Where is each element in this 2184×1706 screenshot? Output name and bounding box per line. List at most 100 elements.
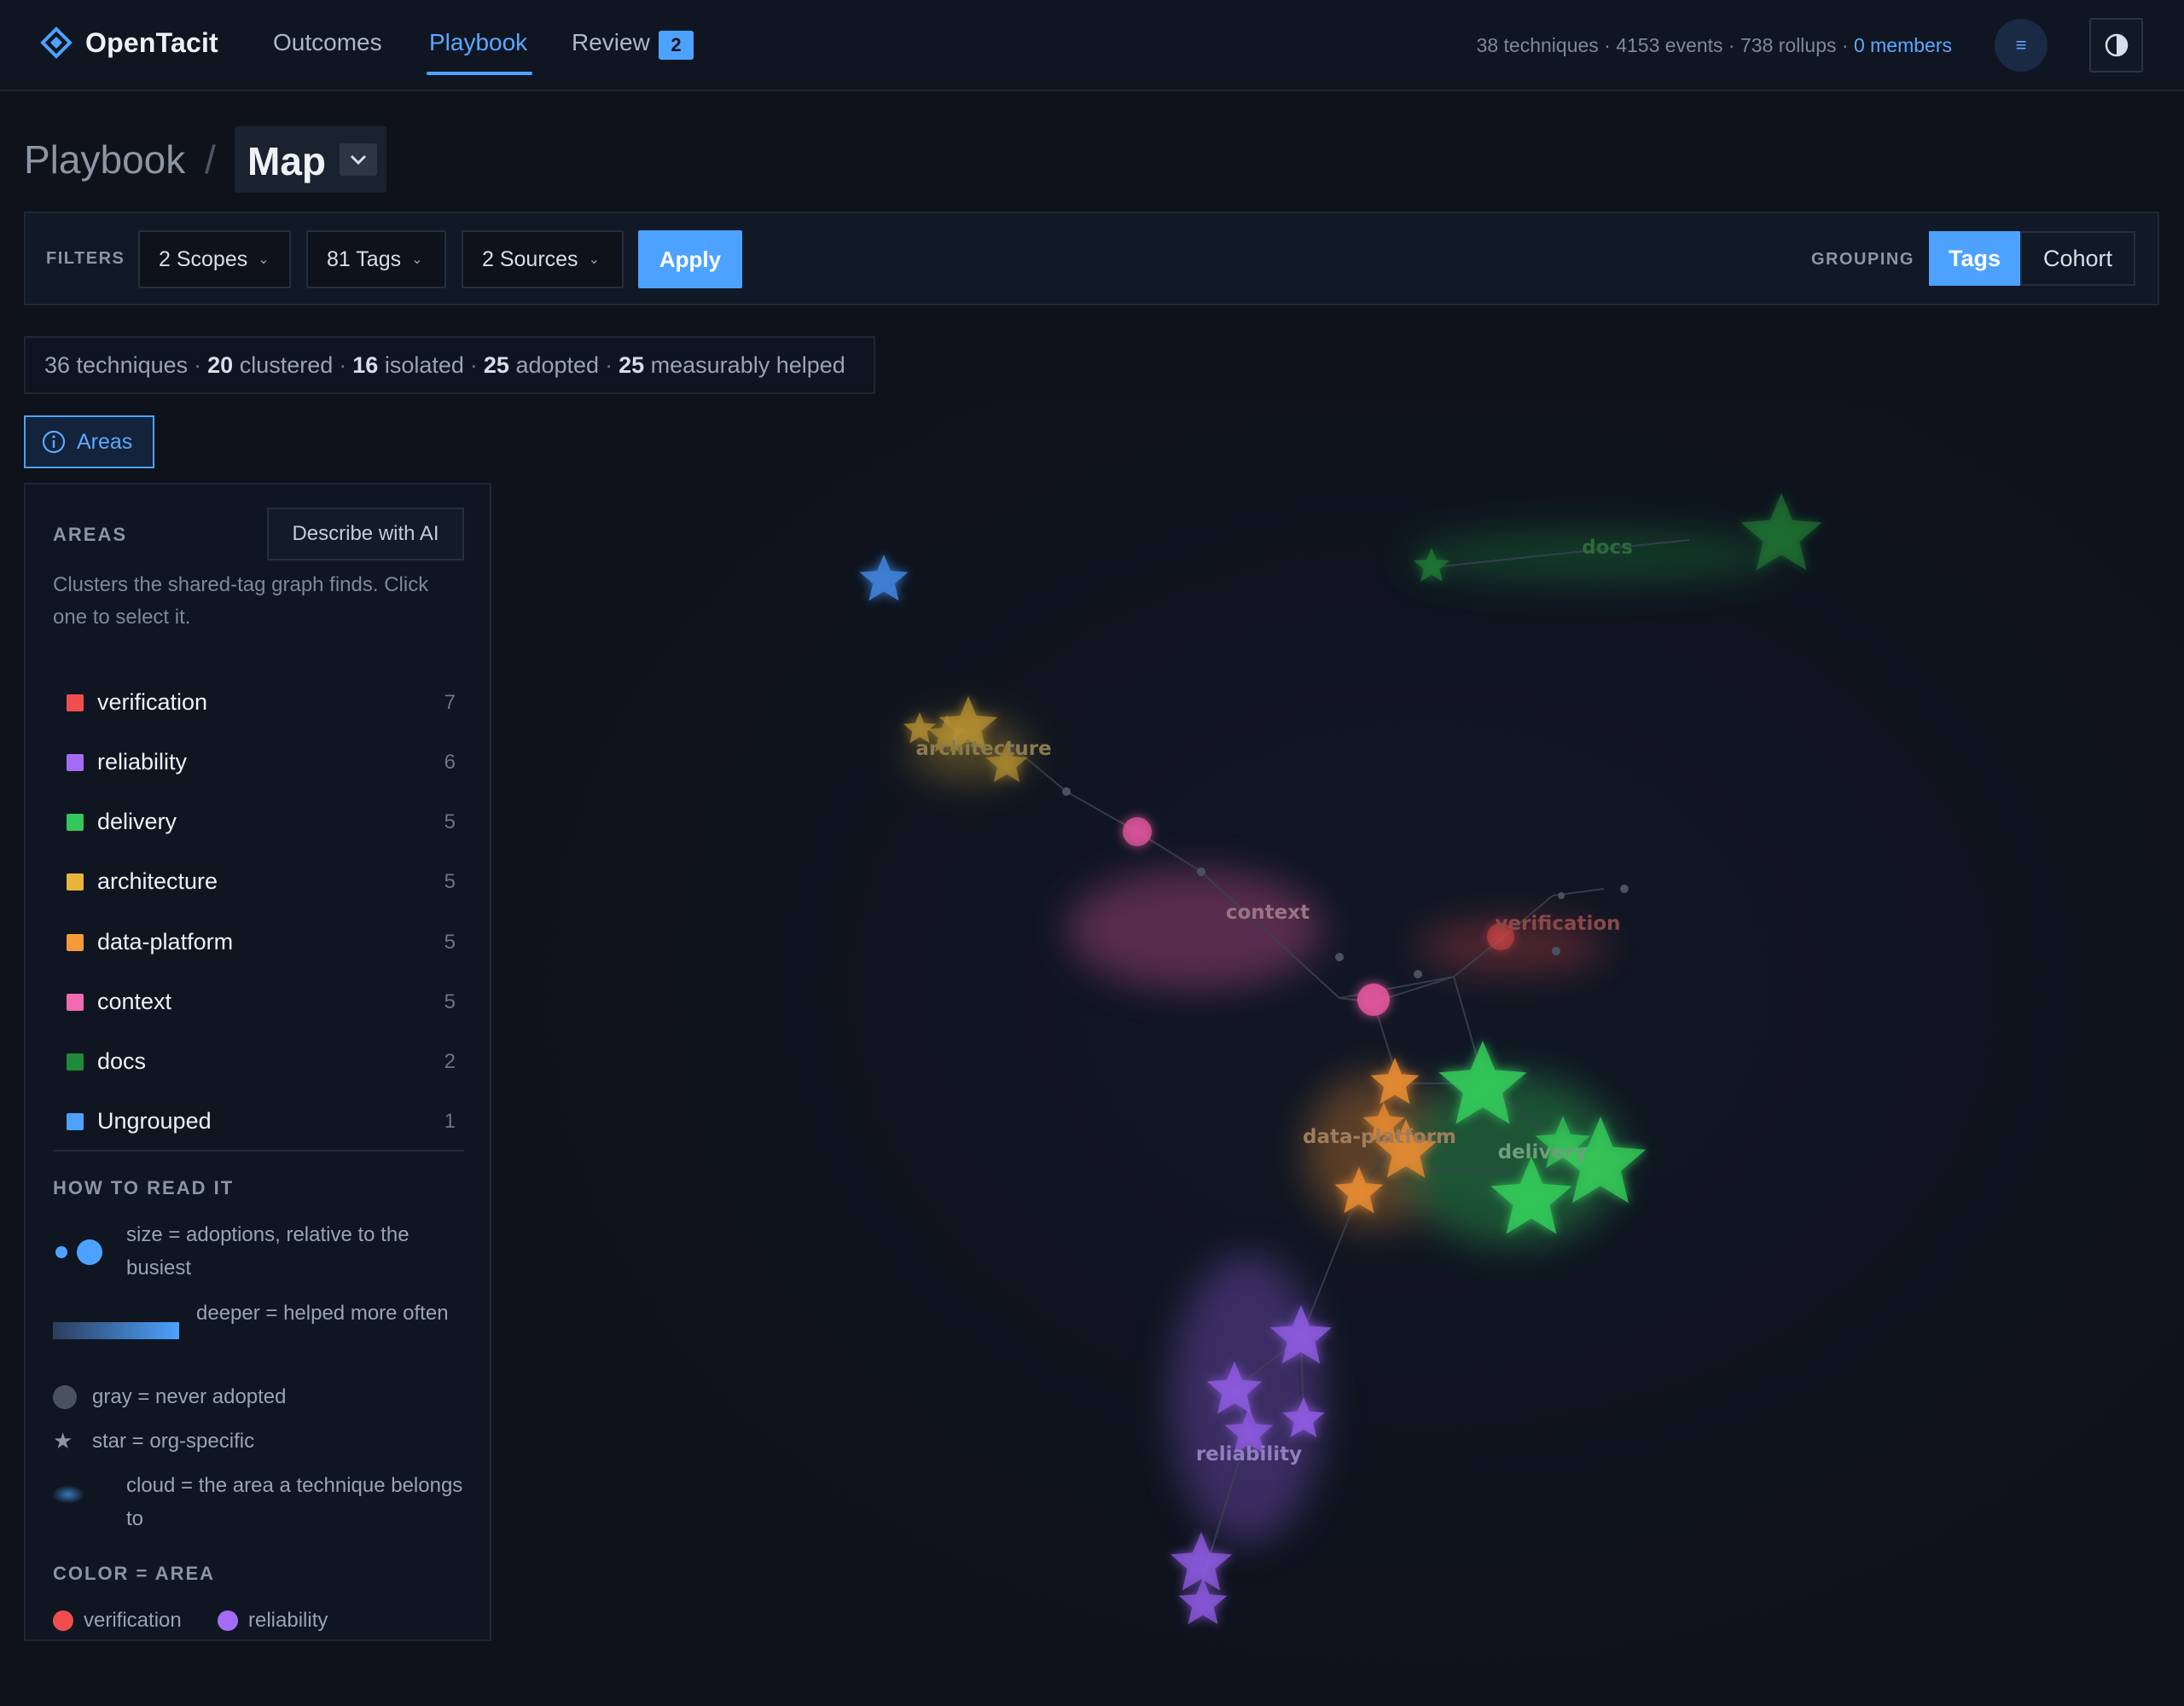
- summary-adopted-count: 25: [483, 351, 509, 378]
- area-item-docs[interactable]: docs 2: [26, 1036, 490, 1088]
- area-count: 1: [444, 1110, 456, 1133]
- area-color-swatch: [67, 1113, 84, 1130]
- area-name: delivery: [97, 809, 177, 834]
- contrast-icon: [2105, 33, 2128, 57]
- area-color-swatch: [67, 694, 84, 711]
- area-name: Ungrouped: [97, 1108, 212, 1134]
- filters-label: FILTERS: [46, 249, 125, 268]
- technique-node-context[interactable]: [1357, 984, 1390, 1016]
- size-legend-icon: [55, 1239, 102, 1265]
- cluster-label-data-platform[interactable]: data-platform: [1303, 1126, 1456, 1148]
- area-color-swatch: [67, 754, 84, 771]
- legend-star: star = org-specific: [92, 1430, 255, 1453]
- area-color-swatch: [67, 1053, 84, 1071]
- summary-clustered-count: 20: [207, 351, 234, 378]
- color-legend-label: verification: [84, 1609, 182, 1632]
- summary-techniques: 36 techniques: [44, 351, 189, 378]
- brand-name: OpenTacit: [85, 26, 218, 58]
- breadcrumb-current: Map: [247, 139, 326, 183]
- area-color-swatch: [67, 873, 84, 891]
- apply-button[interactable]: Apply: [638, 230, 742, 288]
- area-item-data-platform[interactable]: data-platform 5: [26, 917, 490, 968]
- area-count: 5: [444, 810, 456, 833]
- review-count-badge: 2: [659, 31, 694, 60]
- chevron-down-icon: ⌄: [411, 252, 423, 267]
- area-name: architecture: [97, 868, 218, 894]
- legend-cloud: cloud = the area a technique belongs to: [126, 1474, 463, 1530]
- theme-toggle-button[interactable]: [2089, 18, 2143, 73]
- chevron-down-icon[interactable]: [340, 143, 377, 176]
- areas-panel-description: Clusters the shared-tag graph finds. Cli…: [53, 573, 429, 629]
- tags-dropdown-label: 81 Tags: [327, 247, 402, 271]
- cluster-label-verification[interactable]: verification: [1495, 913, 1620, 935]
- brand[interactable]: OpenTacit: [39, 26, 218, 60]
- color-dot: [218, 1610, 238, 1631]
- chevron-down-icon: ⌄: [588, 252, 600, 267]
- area-count: 7: [444, 691, 456, 714]
- area-item-reliability[interactable]: reliability 6: [26, 737, 490, 788]
- diamond-logo-icon: [40, 26, 73, 59]
- area-count: 6: [444, 751, 456, 774]
- chevron-down-icon: ⌄: [258, 252, 270, 267]
- area-color-swatch: [67, 814, 84, 831]
- scopes-dropdown-label: 2 Scopes: [159, 247, 248, 271]
- cluster-label-delivery[interactable]: delivery: [1498, 1141, 1588, 1163]
- area-name: verification: [97, 689, 208, 715]
- nav-outcomes[interactable]: Outcomes: [273, 29, 382, 56]
- menu-button[interactable]: ≡: [1995, 19, 2048, 72]
- grouping-tags-option[interactable]: Tags: [1929, 231, 2020, 286]
- area-name: context: [97, 989, 172, 1014]
- top-navigation-bar: OpenTacit Outcomes Playbook Review 2 38 …: [0, 0, 2184, 91]
- legend-depth: deeper = helped more often: [196, 1302, 449, 1325]
- area-count: 5: [444, 931, 456, 954]
- area-count: 5: [444, 990, 456, 1013]
- cluster-label-docs[interactable]: docs: [1582, 537, 1633, 559]
- areas-panel: AREAS Describe with AI Clusters the shar…: [24, 483, 491, 1641]
- map-background: [495, 401, 2184, 1706]
- area-color-swatch: [67, 994, 84, 1011]
- grouping-cohort-option[interactable]: Cohort: [2020, 231, 2135, 286]
- area-name: docs: [97, 1048, 147, 1074]
- summary-helped-count: 25: [619, 351, 645, 378]
- summary-isolated-count: 16: [352, 351, 379, 378]
- cloud-icon: [52, 1485, 84, 1504]
- technique-node-context[interactable]: [1123, 817, 1152, 846]
- cluster-label-context[interactable]: context: [1226, 902, 1310, 924]
- depth-gradient-swatch: [53, 1322, 179, 1339]
- area-item-architecture[interactable]: architecture 5: [26, 856, 490, 908]
- breadcrumb-root[interactable]: Playbook: [24, 136, 185, 183]
- color-legend-verification: verification: [53, 1609, 182, 1633]
- nav-playbook[interactable]: Playbook: [429, 29, 527, 56]
- panel-divider: [53, 1150, 464, 1152]
- cluster-label-reliability[interactable]: reliability: [1196, 1443, 1302, 1465]
- info-icon: [42, 430, 66, 454]
- area-item-context[interactable]: context 5: [26, 977, 490, 1028]
- color-dot: [53, 1610, 73, 1631]
- workspace-stats-text: 38 techniques · 4153 events · 738 rollup…: [1476, 34, 1854, 56]
- color-legend-reliability: reliability: [218, 1609, 328, 1633]
- cluster-label-architecture[interactable]: architecture: [915, 738, 1051, 760]
- areas-panel-title: AREAS: [53, 524, 128, 545]
- area-item-ungrouped[interactable]: Ungrouped 1: [26, 1096, 490, 1147]
- scopes-dropdown[interactable]: 2 Scopes ⌄: [138, 230, 291, 288]
- area-item-verification[interactable]: verification 7: [26, 677, 490, 728]
- view-selector[interactable]: Map: [235, 126, 386, 193]
- tags-dropdown[interactable]: 81 Tags ⌄: [306, 230, 446, 288]
- areas-toggle-button[interactable]: Areas: [24, 415, 154, 468]
- legend-gray: gray = never adopted: [92, 1385, 287, 1408]
- area-item-delivery[interactable]: delivery 5: [26, 797, 490, 848]
- color-area-title: COLOR = AREA: [53, 1563, 216, 1584]
- sources-dropdown-label: 2 Sources: [482, 247, 578, 271]
- members-link[interactable]: 0 members: [1854, 34, 1952, 56]
- menu-icon: ≡: [2015, 34, 2027, 55]
- describe-with-ai-button[interactable]: Describe with AI: [267, 508, 464, 560]
- area-name: data-platform: [97, 929, 234, 955]
- star-icon: ★: [53, 1428, 73, 1454]
- map-summary: 36 techniques · 20 clustered · 16 isolat…: [24, 336, 875, 394]
- areas-toggle-label: Areas: [77, 429, 133, 454]
- nav-review[interactable]: Review: [572, 29, 650, 56]
- sources-dropdown[interactable]: 2 Sources ⌄: [462, 230, 624, 288]
- grouping-label: GROUPING: [1811, 250, 1914, 269]
- technique-map[interactable]: docs architecture context verification d…: [495, 401, 2184, 1706]
- area-color-swatch: [67, 934, 84, 951]
